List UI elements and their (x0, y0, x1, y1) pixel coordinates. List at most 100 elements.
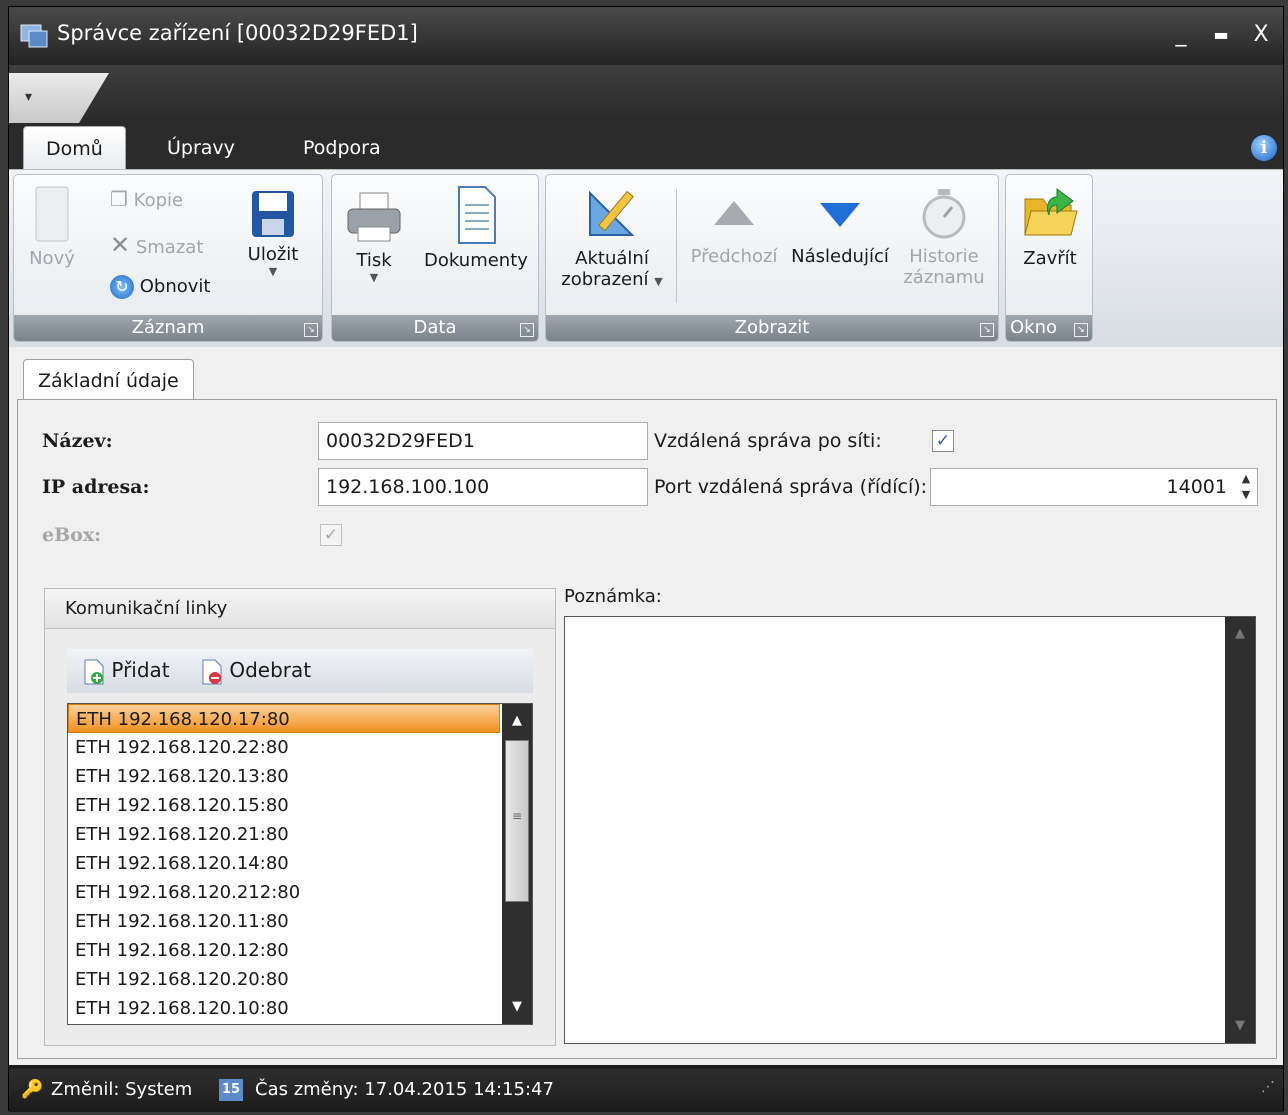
save-button[interactable]: Uložit ▼ (240, 189, 306, 278)
tab-zakladni-udaje[interactable]: Základní údaje (23, 359, 194, 401)
links-toolbar: Přidat Odebrat (67, 649, 533, 693)
print-label: Tisk (356, 250, 392, 271)
scroll-down-icon[interactable]: ▼ (504, 994, 530, 1020)
remote-admin-checkbox[interactable]: ✓ (932, 430, 954, 452)
scroll-thumb[interactable]: ≡ (505, 740, 529, 902)
next-button[interactable]: Následující (788, 195, 892, 267)
tab-podpora[interactable]: Podpora (281, 126, 403, 171)
list-item[interactable]: ETH 192.168.120.21:80 (68, 820, 500, 849)
changed-by: Změnil: System (51, 1079, 193, 1100)
ribbon: Nový ❐ Kopie ✕ Smazat ↻ Obnovit Uložit ▼… (9, 169, 1283, 347)
documents-label: Dokumenty (424, 250, 528, 271)
close-folder-icon (1024, 188, 1078, 236)
note-scroll-up-icon[interactable]: ▲ (1227, 621, 1253, 647)
maximize-button[interactable]: ▬ (1205, 19, 1237, 51)
history-label-2: záznamu (903, 267, 985, 288)
save-dropdown-icon[interactable]: ▼ (240, 265, 306, 278)
name-input[interactable]: 00032D29FED1 (318, 422, 648, 460)
previous-button[interactable]: Předchozí (684, 195, 784, 267)
communication-links-title: Komunikační linky (45, 589, 555, 629)
list-item[interactable]: ETH 192.168.120.22:80 (68, 733, 500, 762)
save-icon (252, 191, 294, 237)
list-item[interactable]: ETH 192.168.120.10:80 (68, 994, 500, 1023)
group-zaznam: Nový ❐ Kopie ✕ Smazat ↻ Obnovit Uložit ▼… (13, 174, 323, 342)
qat-dropdown-icon[interactable]: ▾ (25, 89, 32, 105)
previous-label: Předchozí (690, 246, 778, 267)
group-data-launcher[interactable]: ↘ (520, 323, 534, 337)
current-view-button[interactable]: Aktuální zobrazení ▼ (550, 185, 674, 290)
ebox-label: eBox: (42, 524, 102, 546)
history-label-1: Historie (909, 246, 979, 267)
print-dropdown-icon[interactable]: ▼ (342, 271, 406, 284)
view-dropdown-icon[interactable]: ▼ (654, 275, 662, 288)
info-icon[interactable]: i (1251, 135, 1277, 161)
content-area: Základní údaje Název: 00032D29FED1 IP ad… (9, 347, 1283, 1065)
links-scrollbar[interactable]: ▲ ≡ ▼ (502, 704, 532, 1024)
group-okno: Zavřít Okno ↘ (1005, 174, 1093, 342)
note-textarea[interactable]: ▲ ▼ (564, 616, 1256, 1044)
add-link-label: Přidat (111, 658, 170, 682)
remove-link-button[interactable]: Odebrat (201, 653, 311, 687)
quick-access-toolbar: ▾ (9, 65, 1283, 123)
list-item[interactable]: ETH 192.168.120.20:80 (68, 965, 500, 994)
close-window-button[interactable]: Zavřít (1012, 185, 1088, 269)
port-value: 14001 (1166, 476, 1227, 498)
copy-button[interactable]: ❐ Kopie (110, 187, 183, 211)
delete-icon: ✕ (110, 231, 131, 259)
tab-domu[interactable]: Domů (23, 126, 126, 171)
group-okno-launcher[interactable]: ↘ (1074, 323, 1088, 337)
ribbon-tabs: Domů Úpravy Podpora i (9, 123, 1283, 171)
resize-grip-icon[interactable]: ⋰ (1261, 1079, 1275, 1095)
note-label: Poznámka: (564, 586, 662, 607)
changed-at: Čas změny: 17.04.2015 14:15:47 (255, 1079, 554, 1100)
list-item[interactable]: ETH 192.168.120.14:80 (68, 849, 500, 878)
print-button[interactable]: Tisk ▼ (342, 189, 406, 284)
tab-upravy[interactable]: Úpravy (145, 126, 257, 171)
separator (676, 189, 677, 303)
down-arrow-icon (820, 203, 860, 227)
port-spinner[interactable]: ▲ ▼ (1239, 471, 1253, 503)
refresh-button[interactable]: ↻ Obnovit (110, 275, 210, 299)
current-view-label-2: zobrazení (561, 269, 649, 290)
new-button[interactable]: Nový (22, 185, 82, 269)
ebox-checkbox[interactable]: ✓ (320, 524, 342, 546)
app-icon (20, 24, 48, 48)
list-item[interactable]: ETH 192.168.120.11:80 (68, 907, 500, 936)
delete-button[interactable]: ✕ Smazat (110, 231, 203, 259)
quick-access-tab[interactable]: ▾ (9, 73, 109, 123)
list-item[interactable]: ETH 192.168.120.13:80 (68, 762, 500, 791)
links-listbox[interactable]: ETH 192.168.120.17:80 ETH 192.168.120.22… (67, 703, 533, 1025)
ip-input[interactable]: 192.168.100.100 (318, 468, 648, 506)
close-button[interactable]: X (1245, 19, 1277, 51)
list-item[interactable]: ETH 192.168.120.15:80 (68, 791, 500, 820)
delete-label: Smazat (135, 237, 204, 258)
group-zobrazit-launcher[interactable]: ↘ (980, 323, 994, 337)
note-scrollbar[interactable]: ▲ ▼ (1225, 617, 1255, 1043)
copy-label: Kopie (133, 190, 184, 211)
name-label: Název: (42, 430, 113, 452)
minimize-button[interactable]: _ (1165, 19, 1197, 51)
port-input[interactable]: 14001 ▲ ▼ (930, 468, 1258, 506)
save-label: Uložit (247, 244, 299, 265)
group-zobrazit-label: Zobrazit (546, 315, 998, 341)
schedule-icon: 15 (219, 1079, 243, 1101)
group-data: Tisk ▼ Dokumenty Data ↘ (331, 174, 539, 342)
history-button[interactable]: Historie záznamu (898, 185, 990, 288)
device-manager-window: Správce zařízení [00032D29FED1] _ ▬ X ▾ … (8, 6, 1284, 1112)
group-zaznam-launcher[interactable]: ↘ (304, 323, 318, 337)
remove-doc-icon (202, 659, 222, 684)
scroll-up-icon[interactable]: ▲ (504, 708, 530, 734)
group-zaznam-label: Záznam (14, 315, 322, 341)
add-link-button[interactable]: Přidat (83, 653, 170, 687)
remove-link-label: Odebrat (229, 658, 312, 682)
list-item[interactable]: ETH 192.168.120.12:80 (68, 936, 500, 965)
port-label: Port vzdálená správa (řídící): (654, 476, 928, 498)
note-scroll-down-icon[interactable]: ▼ (1227, 1013, 1253, 1039)
list-item[interactable]: ETH 192.168.120.17:80 (68, 704, 500, 733)
documents-button[interactable]: Dokumenty (420, 185, 532, 271)
new-label: Nový (29, 248, 75, 269)
next-label: Následující (791, 246, 889, 267)
list-item[interactable]: ETH 192.168.120.212:80 (68, 878, 500, 907)
current-view-label-1: Aktuální (575, 248, 649, 269)
close-window-label: Zavřít (1023, 248, 1077, 269)
